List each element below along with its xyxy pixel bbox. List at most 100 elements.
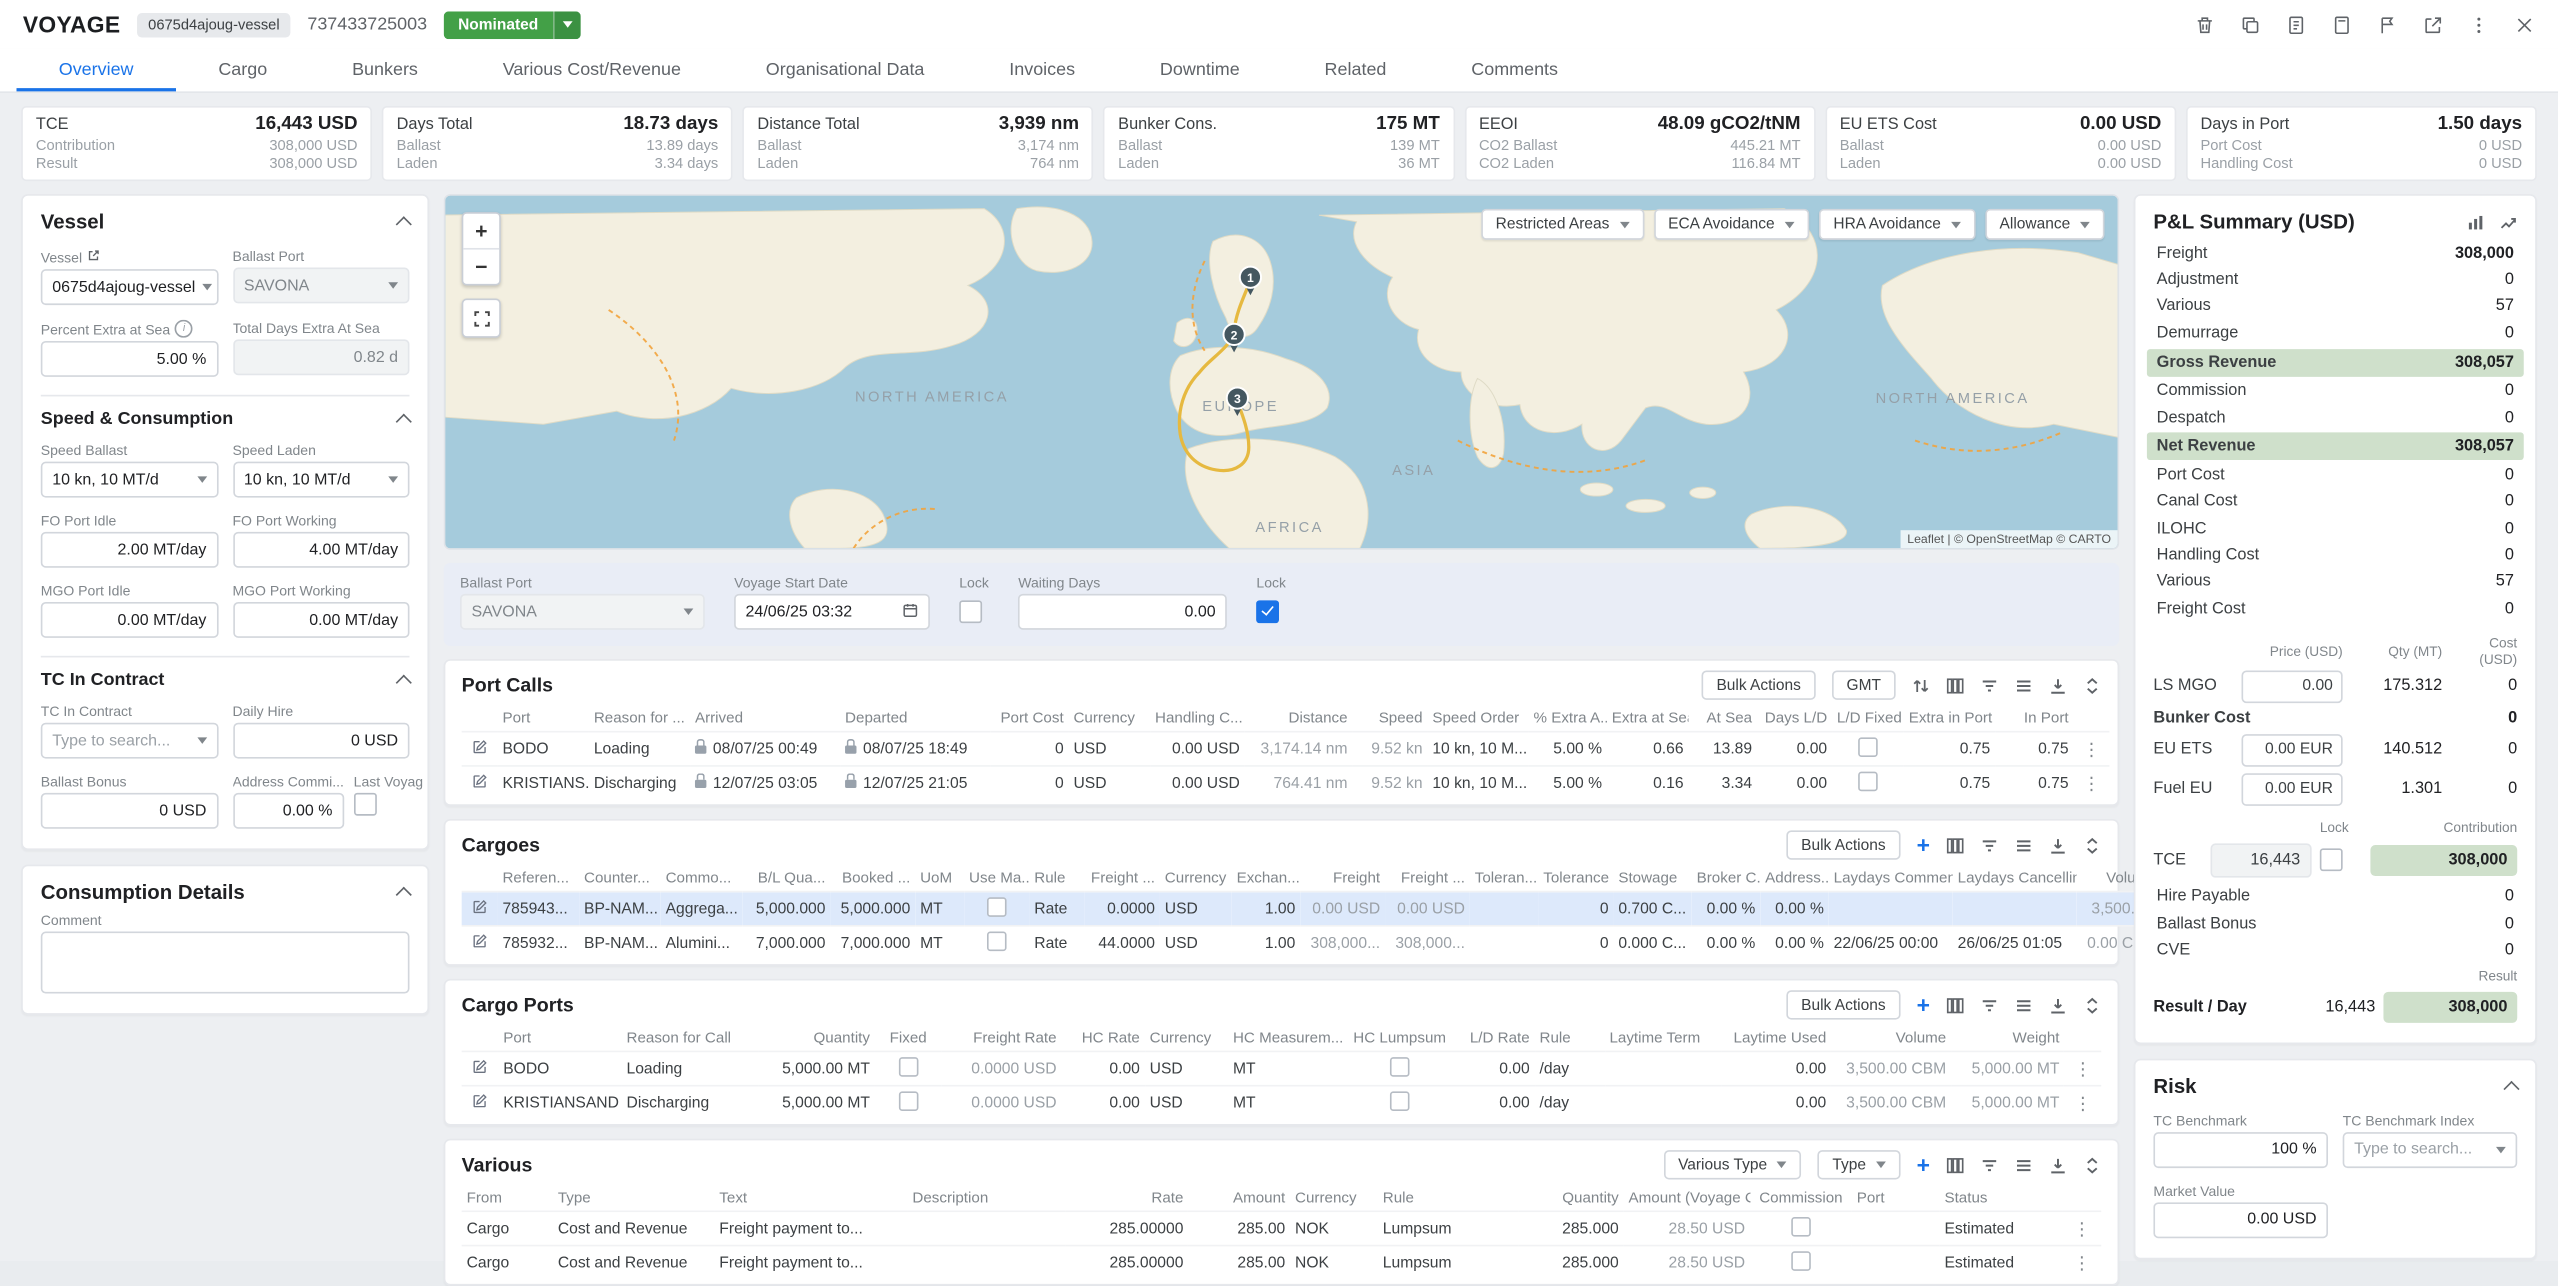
menu-icon[interactable]: [2015, 1156, 2033, 1174]
duplicate-icon[interactable]: [2240, 14, 2261, 35]
fold-icon[interactable]: [2083, 996, 2101, 1014]
notes-icon[interactable]: [2286, 14, 2307, 35]
hc-lumpsum-checkbox[interactable]: [1390, 1091, 1410, 1111]
collapse-risk-icon[interactable]: [2503, 1080, 2519, 1096]
speed-ballast-select[interactable]: 10 kn, 10 MT/d: [41, 462, 218, 498]
row-menu-icon[interactable]: ⋮: [2073, 766, 2109, 799]
start-ballast-port-select[interactable]: SAVONA: [460, 594, 705, 630]
columns-icon[interactable]: [1946, 676, 1964, 694]
ld-fixed-checkbox[interactable]: [1858, 771, 1878, 791]
use-max-checkbox[interactable]: [987, 896, 1007, 916]
flag-icon[interactable]: [2377, 14, 2398, 35]
market-value-input[interactable]: 0.00 USD: [2153, 1202, 2328, 1238]
filter-icon[interactable]: [1980, 1156, 1998, 1174]
restricted-areas-dropdown[interactable]: Restricted Areas: [1481, 209, 1644, 240]
allowance-dropdown[interactable]: Allowance: [1985, 209, 2105, 240]
edit-row-button[interactable]: [462, 766, 498, 799]
row-menu-icon[interactable]: ⋮: [2064, 1051, 2101, 1085]
commission-checkbox[interactable]: [1791, 1216, 1811, 1236]
tc-benchmark-input[interactable]: 100 %: [2153, 1132, 2328, 1168]
collapse-tc-icon[interactable]: [396, 675, 412, 691]
fixed-checkbox[interactable]: [898, 1056, 918, 1076]
row-menu-icon[interactable]: ⋮: [2062, 1246, 2101, 1279]
ballast-bonus-input[interactable]: 0 USD: [41, 793, 218, 829]
reason-cell[interactable]: Loading: [589, 732, 690, 766]
columns-icon[interactable]: [1946, 1156, 1964, 1174]
trend-chart-icon[interactable]: [2499, 213, 2517, 231]
percent-extra-at-sea-input[interactable]: 5.00 %: [41, 341, 218, 377]
row-menu-icon[interactable]: ⋮: [2073, 732, 2109, 766]
voyage-start-date-input[interactable]: 24/06/25 03:32: [734, 594, 930, 630]
trash-icon[interactable]: [2194, 14, 2215, 35]
bulk-actions-button[interactable]: Bulk Actions: [1786, 990, 1900, 1019]
ld-fixed-checkbox[interactable]: [1858, 737, 1878, 757]
mgo-port-idle-input[interactable]: 0.00 MT/day: [41, 602, 218, 638]
arrived-cell[interactable]: 12/07/25 03:05: [690, 766, 840, 799]
edit-row-button[interactable]: [462, 892, 498, 926]
departed-cell[interactable]: 08/07/25 18:49: [840, 732, 990, 766]
collapse-speed-icon[interactable]: [396, 414, 412, 430]
calendar-icon[interactable]: [902, 601, 918, 622]
row-menu-icon[interactable]: ⋮: [2062, 1211, 2101, 1245]
type-dropdown[interactable]: Type: [1818, 1150, 1901, 1179]
filter-icon[interactable]: [1980, 676, 1998, 694]
status-badge[interactable]: Nominated: [443, 11, 580, 39]
row-menu-icon[interactable]: ⋮: [2064, 1086, 2101, 1119]
add-cargo-icon[interactable]: +: [1917, 834, 1930, 857]
bar-chart-icon[interactable]: [2467, 213, 2485, 231]
lock-start-date-checkbox[interactable]: [959, 600, 982, 623]
arrived-cell[interactable]: 08/07/25 00:49: [690, 732, 840, 766]
waiting-days-input[interactable]: 0.00: [1018, 594, 1227, 630]
tab-invoices[interactable]: Invoices: [967, 49, 1118, 91]
fold-icon[interactable]: [2083, 836, 2101, 854]
tce-lock-checkbox[interactable]: [2320, 848, 2343, 871]
fuel-eu-price-input[interactable]: 0.00 EUR: [2242, 772, 2343, 805]
address-commission-input[interactable]: 0.00 %: [232, 793, 343, 829]
add-cargo-port-icon[interactable]: +: [1917, 994, 1930, 1017]
fo-port-working-input[interactable]: 4.00 MT/day: [232, 532, 409, 568]
edit-row-button[interactable]: [462, 1051, 499, 1085]
edit-row-button[interactable]: [462, 732, 498, 766]
bulk-actions-button[interactable]: Bulk Actions: [1786, 830, 1900, 859]
tab-various-cost-revenue[interactable]: Various Cost/Revenue: [460, 49, 723, 91]
edit-row-button[interactable]: [462, 1086, 499, 1119]
columns-icon[interactable]: [1946, 996, 1964, 1014]
comment-textarea[interactable]: [41, 932, 410, 994]
gmt-button[interactable]: GMT: [1832, 670, 1896, 699]
download-icon[interactable]: [2049, 1156, 2067, 1174]
status-caret-icon[interactable]: [553, 11, 581, 39]
tab-bunkers[interactable]: Bunkers: [310, 49, 461, 91]
reason-cell[interactable]: Discharging: [589, 766, 690, 799]
map-fullscreen-button[interactable]: [462, 299, 501, 338]
tab-related[interactable]: Related: [1282, 49, 1429, 91]
ballast-port-select[interactable]: SAVONA: [232, 268, 409, 304]
fold-icon[interactable]: [2083, 676, 2101, 694]
filter-icon[interactable]: [1980, 996, 1998, 1014]
fold-icon[interactable]: [2083, 1156, 2101, 1174]
zoom-out-button[interactable]: −: [463, 248, 499, 284]
vessel-select[interactable]: 0675d4ajoug-vessel: [41, 269, 218, 305]
port-cell[interactable]: BODO: [498, 732, 589, 766]
download-icon[interactable]: [2049, 836, 2067, 854]
menu-icon[interactable]: [2015, 836, 2033, 854]
departed-cell[interactable]: 12/07/25 21:05: [840, 766, 990, 799]
mgo-port-working-input[interactable]: 0.00 MT/day: [232, 602, 409, 638]
last-voyage-checkbox[interactable]: [354, 793, 377, 816]
collapse-vessel-icon[interactable]: [396, 216, 412, 232]
kebab-menu-icon[interactable]: [2468, 14, 2489, 35]
menu-icon[interactable]: [2015, 996, 2033, 1014]
hra-avoidance-dropdown[interactable]: HRA Avoidance: [1819, 209, 1975, 240]
sort-icon[interactable]: [1912, 676, 1930, 694]
tab-cargo[interactable]: Cargo: [176, 49, 310, 91]
tab-organisational-data[interactable]: Organisational Data: [723, 49, 966, 91]
calculator-icon[interactable]: [2331, 14, 2352, 35]
menu-icon[interactable]: [2015, 676, 2033, 694]
download-icon[interactable]: [2049, 996, 2067, 1014]
filter-icon[interactable]: [1980, 836, 1998, 854]
edit-row-button[interactable]: [462, 926, 498, 959]
ls-mgo-price-input[interactable]: 0.00: [2242, 670, 2343, 703]
add-various-icon[interactable]: +: [1917, 1153, 1930, 1176]
hc-lumpsum-checkbox[interactable]: [1390, 1056, 1410, 1076]
collapse-consumption-icon[interactable]: [396, 887, 412, 903]
bulk-actions-button[interactable]: Bulk Actions: [1702, 670, 1816, 699]
